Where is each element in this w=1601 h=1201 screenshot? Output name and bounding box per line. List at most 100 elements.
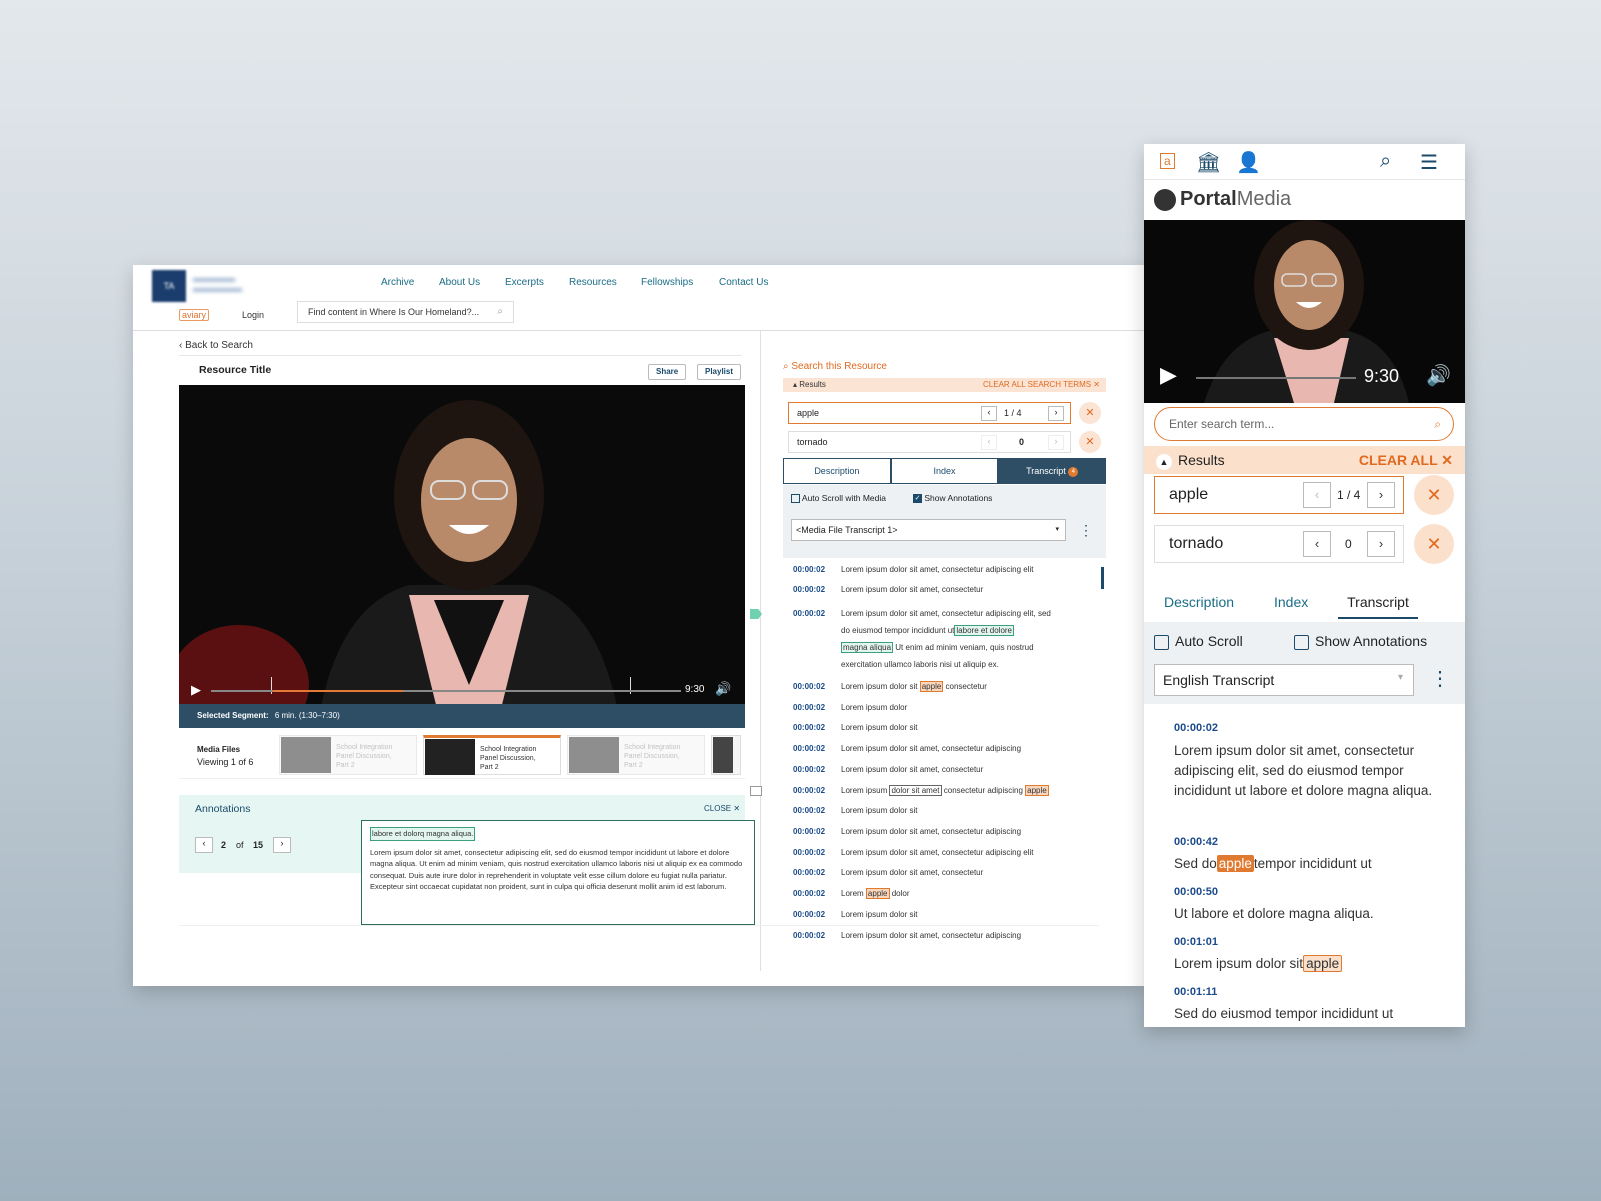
search-term-row[interactable]: apple ‹ 1 / 4 › xyxy=(788,402,1071,424)
remove-term-button[interactable]: ✕ xyxy=(1414,524,1454,564)
transcript-row[interactable]: 00:00:02 Lorem ipsum dolor sit xyxy=(793,910,917,919)
transcript-row[interactable]: 00:00:02 Lorem apple dolor xyxy=(793,888,910,899)
transcript-row[interactable]: 00:00:02 Lorem ipsum dolor sit xyxy=(793,723,917,732)
annotation-marker[interactable] xyxy=(750,786,762,796)
search-hit-active[interactable]: apple xyxy=(1216,855,1254,872)
annotation-highlight[interactable]: magna aliqua xyxy=(841,642,894,653)
back-to-search-link[interactable]: ‹ Back to Search xyxy=(179,340,253,351)
tab-transcript[interactable]: Transcript 4 xyxy=(998,458,1107,484)
aviary-logo[interactable]: aviary xyxy=(179,309,210,321)
auto-scroll-checkbox[interactable]: Auto Scroll xyxy=(1154,633,1243,650)
timestamp[interactable]: 00:00:02 xyxy=(793,868,841,877)
transcript-select[interactable]: English Transcript ▾ xyxy=(1154,664,1414,696)
tab-description[interactable]: Description xyxy=(1164,594,1234,610)
mobile-video-player[interactable]: ▶ 9:30 🔊 xyxy=(1144,220,1465,403)
prev-hit-button[interactable]: ‹ xyxy=(981,435,997,450)
timestamp[interactable]: 00:00:02 xyxy=(793,786,841,795)
tab-transcript[interactable]: Transcript xyxy=(1338,594,1418,619)
login-link[interactable]: Login xyxy=(242,310,264,320)
play-icon[interactable]: ▶ xyxy=(191,682,201,698)
nav-resources[interactable]: Resources xyxy=(569,277,617,288)
more-options-icon[interactable]: ⋮ xyxy=(1079,522,1093,539)
tab-index[interactable]: Index xyxy=(1274,594,1308,610)
show-annotations-checkbox[interactable]: Show Annotations xyxy=(1294,633,1427,650)
timestamp[interactable]: 00:00:02 xyxy=(793,723,841,732)
transcript-row[interactable]: 00:00:02 Lorem ipsum dolor sit amet, cons… xyxy=(793,931,1021,940)
volume-icon[interactable]: 🔊 xyxy=(715,681,731,697)
search-hit-highlight[interactable]: apple xyxy=(919,681,944,692)
timestamp[interactable]: 00:00:50 xyxy=(1174,886,1218,898)
transcript-row[interactable]: 00:00:02 Lorem ipsum dolor sit amet, cons… xyxy=(793,848,1034,857)
timestamp[interactable]: 00:00:02 xyxy=(1174,722,1218,734)
portal-media-logo[interactable]: PortalMedia xyxy=(1154,188,1291,211)
transcript-row[interactable]: 00:00:02 Lorem ipsum dolor xyxy=(793,703,907,712)
timestamp[interactable]: 00:00:02 xyxy=(793,585,841,594)
transcript-row[interactable]: 00:00:02 Lorem ipsum dolor sit amet, cons… xyxy=(793,765,983,774)
close-annotations-button[interactable]: CLOSE ✕ xyxy=(704,804,740,813)
tab-index[interactable]: Index xyxy=(890,458,999,484)
annotation-highlight[interactable]: labore et dolore xyxy=(954,625,1014,636)
search-term-row[interactable]: tornado ‹ 0 › xyxy=(1154,525,1404,563)
transcript-row[interactable]: 00:00:02 Lorem ipsum dolor sit apple cons… xyxy=(793,681,987,692)
remove-term-button[interactable]: ✕ xyxy=(1079,402,1101,424)
transcript-row[interactable]: 00:00:02 Lorem ipsum dolor sit amet conse… xyxy=(793,785,1049,796)
progress-bar[interactable] xyxy=(211,690,681,692)
collapse-icon[interactable]: ▲ xyxy=(1156,454,1172,470)
nav-excerpts[interactable]: Excerpts xyxy=(505,277,544,288)
media-thumb-active[interactable]: School Integration Panel Discussion, Par… xyxy=(423,735,561,775)
transcript-row[interactable]: 00:00:02 Lorem ipsum dolor sit amet, cons… xyxy=(793,585,983,594)
next-annotation-button[interactable]: › xyxy=(273,837,291,853)
search-icon[interactable]: ⌕ xyxy=(1434,417,1441,432)
timestamp[interactable]: 00:00:02 xyxy=(793,682,841,691)
menu-icon[interactable]: ☰ xyxy=(1420,150,1438,175)
prev-hit-button[interactable]: ‹ xyxy=(1303,531,1331,557)
transcript-scrollbar[interactable] xyxy=(1101,567,1104,589)
search-hit-highlight[interactable]: apple xyxy=(1303,955,1343,972)
timestamp[interactable]: 00:00:02 xyxy=(793,765,841,774)
play-icon[interactable]: ▶ xyxy=(1160,362,1177,388)
search-term-row[interactable]: apple ‹ 1 / 4 › xyxy=(1154,476,1404,514)
media-thumb-partial[interactable] xyxy=(711,735,741,775)
timestamp[interactable]: 00:00:02 xyxy=(793,827,841,836)
site-logo[interactable]: TA xyxy=(152,270,186,302)
user-icon[interactable]: 👤 xyxy=(1236,150,1261,175)
annotation-highlight[interactable]: dolor sit amet xyxy=(889,785,942,796)
search-resource-label[interactable]: ⌕ Search this Resource xyxy=(783,361,887,372)
prev-hit-button[interactable]: ‹ xyxy=(1303,482,1331,508)
search-hit-highlight[interactable]: apple xyxy=(1025,785,1049,796)
prev-annotation-button[interactable]: ‹ xyxy=(195,837,213,853)
nav-about-us[interactable]: About Us xyxy=(439,277,480,288)
timestamp[interactable]: 00:00:02 xyxy=(793,565,841,574)
next-hit-button[interactable]: › xyxy=(1048,435,1064,450)
nav-fellowships[interactable]: Fellowships xyxy=(641,277,693,288)
timestamp[interactable]: 00:01:11 xyxy=(1174,986,1217,998)
search-hit-highlight[interactable]: apple xyxy=(865,888,890,899)
share-button[interactable]: Share xyxy=(648,364,687,380)
remove-term-button[interactable]: ✕ xyxy=(1079,431,1101,453)
search-icon[interactable]: ⌕ xyxy=(497,306,503,317)
prev-hit-button[interactable]: ‹ xyxy=(981,406,997,421)
video-player[interactable] xyxy=(179,385,745,717)
aviary-icon[interactable]: a xyxy=(1160,153,1175,169)
timestamp[interactable]: 00:01:01 xyxy=(1174,936,1218,948)
timestamp[interactable]: 00:00:02 xyxy=(793,609,841,618)
show-annotations-checkbox[interactable]: ✓ Show Annotations xyxy=(913,493,992,504)
timestamp[interactable]: 00:00:02 xyxy=(793,889,841,898)
timestamp[interactable]: 00:00:02 xyxy=(793,703,841,712)
search-term-row[interactable]: tornado ‹ 0 › xyxy=(788,431,1071,453)
mobile-search-input[interactable]: Enter search term... ⌕ xyxy=(1154,407,1454,441)
timestamp[interactable]: 00:00:02 xyxy=(793,910,841,919)
clear-all-terms-button[interactable]: CLEAR ALL SEARCH TERMS ✕ xyxy=(983,380,1100,389)
transcript-row[interactable]: 00:00:02 Lorem ipsum dolor sit amet, cons… xyxy=(793,827,1021,836)
next-hit-button[interactable]: › xyxy=(1367,482,1395,508)
timestamp[interactable]: 00:00:02 xyxy=(793,806,841,815)
clear-all-button[interactable]: CLEAR ALL ✕ xyxy=(1359,452,1453,469)
nav-contact-us[interactable]: Contact Us xyxy=(719,277,768,288)
more-options-icon[interactable]: ⋮ xyxy=(1430,666,1450,691)
timestamp[interactable]: 00:00:02 xyxy=(793,744,841,753)
timestamp[interactable]: 00:00:42 xyxy=(1174,836,1218,848)
next-hit-button[interactable]: › xyxy=(1048,406,1064,421)
transcript-row[interactable]: 00:00:02 Lorem ipsum dolor sit amet, cons… xyxy=(793,868,983,877)
auto-scroll-checkbox[interactable]: Auto Scroll with Media xyxy=(791,493,886,504)
media-thumb[interactable]: School Integration Panel Discussion, Par… xyxy=(279,735,417,775)
